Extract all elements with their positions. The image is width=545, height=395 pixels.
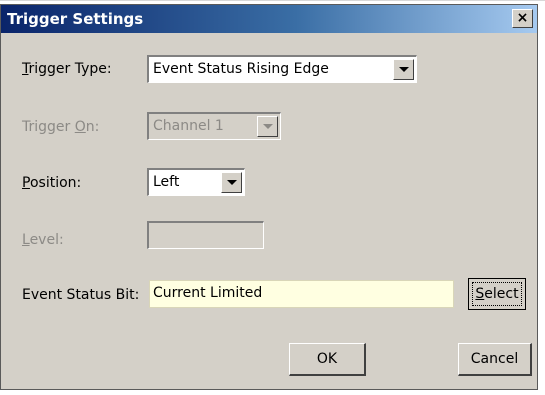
chevron-down-icon	[399, 67, 409, 72]
trigger-on-label: Trigger On:	[22, 119, 100, 135]
ok-button-label: OK	[316, 351, 338, 367]
event-status-bit-field[interactable]: Current Limited	[149, 280, 454, 308]
title-bar[interactable]: Trigger Settings ×	[1, 5, 537, 33]
trigger-type-dropdown[interactable]: Event Status Rising Edge	[147, 55, 417, 83]
level-input	[147, 221, 264, 249]
select-button[interactable]: Select	[468, 278, 526, 310]
event-status-bit-value: Current Limited	[153, 285, 263, 301]
trigger-type-value: Event Status Rising Edge	[153, 61, 329, 77]
ok-button[interactable]: OK	[289, 343, 366, 376]
trigger-type-label: Trigger Type:	[22, 61, 112, 77]
close-button[interactable]: ×	[512, 9, 533, 28]
select-button-label: Select	[475, 286, 519, 302]
trigger-on-dropdown: Channel 1	[147, 112, 281, 140]
position-label: Position:	[22, 175, 82, 191]
close-icon: ×	[516, 10, 529, 26]
chevron-down-icon	[263, 124, 273, 129]
position-value: Left	[153, 174, 180, 190]
event-status-bit-label: Event Status Bit:	[22, 287, 140, 303]
cancel-button-label: Cancel	[470, 351, 519, 367]
level-label: Level:	[22, 232, 64, 248]
dialog-title: Trigger Settings	[7, 10, 144, 28]
trigger-on-value: Channel 1	[153, 118, 224, 134]
background-line	[0, 0, 545, 1]
trigger-settings-dialog: Trigger Settings × Trigger Type: Event S…	[0, 4, 538, 390]
cancel-button[interactable]: Cancel	[458, 343, 532, 376]
trigger-on-dropdown-button	[257, 116, 278, 137]
position-dropdown[interactable]: Left	[147, 168, 245, 196]
chevron-down-icon	[227, 180, 237, 185]
trigger-type-dropdown-button[interactable]	[393, 59, 414, 80]
position-dropdown-button[interactable]	[221, 172, 242, 193]
